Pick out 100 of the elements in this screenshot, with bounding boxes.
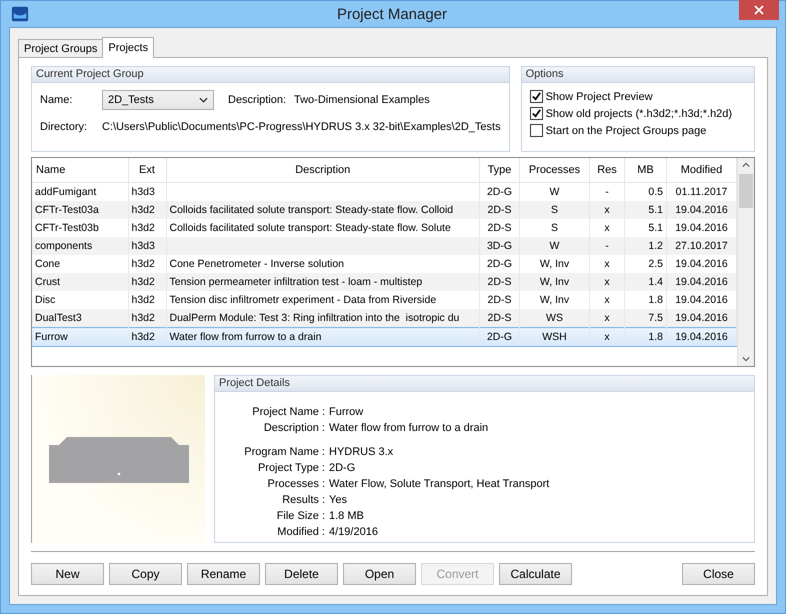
- checkbox-label[interactable]: Show Project Preview: [546, 90, 653, 102]
- detail-label: Project Type :: [256, 462, 326, 474]
- directory-label: Directory:: [40, 121, 88, 133]
- action-button[interactable]: New: [31, 563, 104, 585]
- table-cell: Colloids facilitated solute transport: Steady-state flow. Colloid: [170, 204, 454, 216]
- action-button[interactable]: Copy: [109, 563, 182, 585]
- tab[interactable]: Project Groups: [18, 39, 104, 57]
- table-cell: WS: [546, 312, 563, 324]
- scroll-thumb[interactable]: [739, 174, 753, 208]
- table-row[interactable]: Furrow h3d2 Water flow from furrow to a drain 2D-G WSH x 1.8 19.04.2016: [32, 328, 736, 346]
- name-label: Name:: [40, 94, 74, 106]
- table-cell: 3D-G: [486, 240, 512, 252]
- table-cell: h3d2: [132, 258, 155, 270]
- window-title: Project Manager: [336, 6, 448, 22]
- table-cell: 1.4: [648, 276, 663, 288]
- tab[interactable]: Projects: [102, 37, 154, 58]
- table-cell: h3d2: [132, 331, 155, 343]
- table-cell: W, Inv: [540, 258, 570, 270]
- description-value: Two-Dimensional Examples: [294, 94, 430, 106]
- table-cell: -: [605, 186, 609, 198]
- table-cell: 2D-S: [488, 312, 512, 324]
- table-cell: 01.11.2017: [676, 186, 728, 198]
- table-cell: Cone: [35, 258, 60, 270]
- column-header[interactable]: Processes: [520, 158, 590, 182]
- table-cell: S: [550, 222, 558, 234]
- table-cell: 1.8: [648, 331, 663, 343]
- table-cell: x: [604, 276, 610, 288]
- table-cell: h3d2: [132, 312, 155, 324]
- table-row[interactable]: components h3d3 3D-G W - 1.2 27.10.2017: [32, 237, 736, 255]
- action-button[interactable]: Open: [343, 563, 416, 585]
- table-cell: 2D-G: [486, 258, 512, 270]
- checkbox[interactable]: [530, 90, 543, 103]
- table-row[interactable]: CFTr-Test03a h3d2 Colloids facilitated solute transport: Steady-state flow. Colloid 2D-S S x 5.1 19.04.2016: [32, 201, 736, 219]
- table-cell: x: [604, 258, 610, 270]
- table-cell: 19.04.2016: [675, 222, 728, 234]
- close-icon[interactable]: [739, 0, 779, 20]
- column-header[interactable]: Res: [590, 158, 624, 182]
- table-cell: x: [604, 312, 610, 324]
- table-cell: W, Inv: [540, 276, 570, 288]
- table-cell: x: [604, 331, 610, 343]
- action-button[interactable]: Delete: [265, 563, 338, 585]
- detail-label: File Size :: [276, 510, 326, 522]
- scroll-up-icon[interactable]: [742, 162, 750, 168]
- directory-value: C:\Users\Public\Documents\PC-Progress\HYDRUS 3.x 32-bit\Examples\2D_Tests: [102, 121, 501, 133]
- table-cell: 2D-G: [486, 186, 512, 198]
- table-cell: components: [35, 240, 92, 252]
- table-cell: Tension disc infiltrometr experiment - Data from Riverside: [170, 294, 436, 306]
- table-cell: h3d2: [132, 204, 155, 216]
- detail-value: 2D-G: [329, 462, 356, 474]
- name-dropdown[interactable]: 2D_Tests: [102, 90, 214, 110]
- group-header: Current Project Group: [32, 67, 509, 83]
- action-button[interactable]: Calculate: [499, 563, 572, 585]
- detail-label: Program Name :: [243, 446, 326, 458]
- checkbox[interactable]: [530, 124, 543, 137]
- table-cell: CFTr-Test03a: [35, 204, 99, 216]
- column-header[interactable]: MB: [624, 158, 666, 182]
- detail-label: Description :: [262, 422, 326, 434]
- close-button[interactable]: Close: [682, 563, 755, 585]
- description-label: Description:: [228, 94, 288, 106]
- table-cell: 2D-G: [486, 331, 512, 343]
- table-cell: CFTr-Test03b: [35, 222, 99, 234]
- checkbox[interactable]: [530, 107, 543, 120]
- table-cell: 0.5: [648, 186, 663, 198]
- table-cell: x: [604, 222, 610, 234]
- table-cell: W: [550, 240, 560, 252]
- column-header[interactable]: Ext: [128, 158, 166, 182]
- column-header[interactable]: Type: [480, 158, 520, 182]
- action-button[interactable]: Rename: [187, 563, 260, 585]
- detail-value: 4/19/2016: [329, 526, 378, 538]
- table-cell: 2.5: [648, 258, 663, 270]
- detail-value: Yes: [329, 494, 347, 506]
- column-header[interactable]: Description: [166, 158, 480, 182]
- checkbox-label[interactable]: Show old projects (*.h3d2;*.h3d;*.h2d): [546, 108, 732, 120]
- column-header[interactable]: Name: [32, 158, 128, 182]
- table-cell: 27.10.2017: [675, 240, 728, 252]
- detail-value: HYDRUS 3.x: [329, 446, 394, 458]
- scroll-down-icon[interactable]: [742, 356, 750, 362]
- scrollbar[interactable]: [737, 158, 754, 366]
- table-row[interactable]: Crust h3d2 Tension permeameter infiltration test - loam - multistep 2D-S W, Inv x 1.4 19.04.2016: [32, 273, 736, 291]
- checkbox-label[interactable]: Start on the Project Groups page: [546, 124, 706, 136]
- group-header: Project Details: [215, 376, 754, 392]
- table-row[interactable]: DualTest3 h3d2 DualPerm Module: Test 3: Ring infiltration into the isotropic du 2D-S WS x 7.5 19.04.2016: [32, 309, 736, 328]
- detail-label: Processes :: [266, 478, 326, 490]
- table-cell: W, Inv: [540, 294, 570, 306]
- table-cell: 19.04.2016: [675, 294, 728, 306]
- table-cell: Tension permeameter infiltration test - loam - multistep: [170, 276, 422, 288]
- app-icon: [11, 5, 29, 23]
- table-cell: Crust: [35, 276, 60, 288]
- table-cell: DualTest3: [35, 312, 82, 324]
- table-cell: Colloids facilitated solute transport: Steady-state flow. Solute: [170, 222, 451, 234]
- table-cell: 1.8: [648, 294, 663, 306]
- detail-value: Water flow from furrow to a drain: [329, 422, 488, 434]
- table-cell: 5.1: [648, 204, 663, 216]
- table-cell: DualPerm Module: Test 3: Ring infiltration into the isotropic du: [170, 312, 460, 324]
- table-cell: Disc: [35, 294, 56, 306]
- table-cell: 19.04.2016: [675, 276, 728, 288]
- table-cell: 2D-S: [488, 222, 512, 234]
- table-cell: 19.04.2016: [675, 312, 728, 324]
- table-cell: Furrow: [35, 331, 68, 343]
- table-cell: x: [604, 294, 610, 306]
